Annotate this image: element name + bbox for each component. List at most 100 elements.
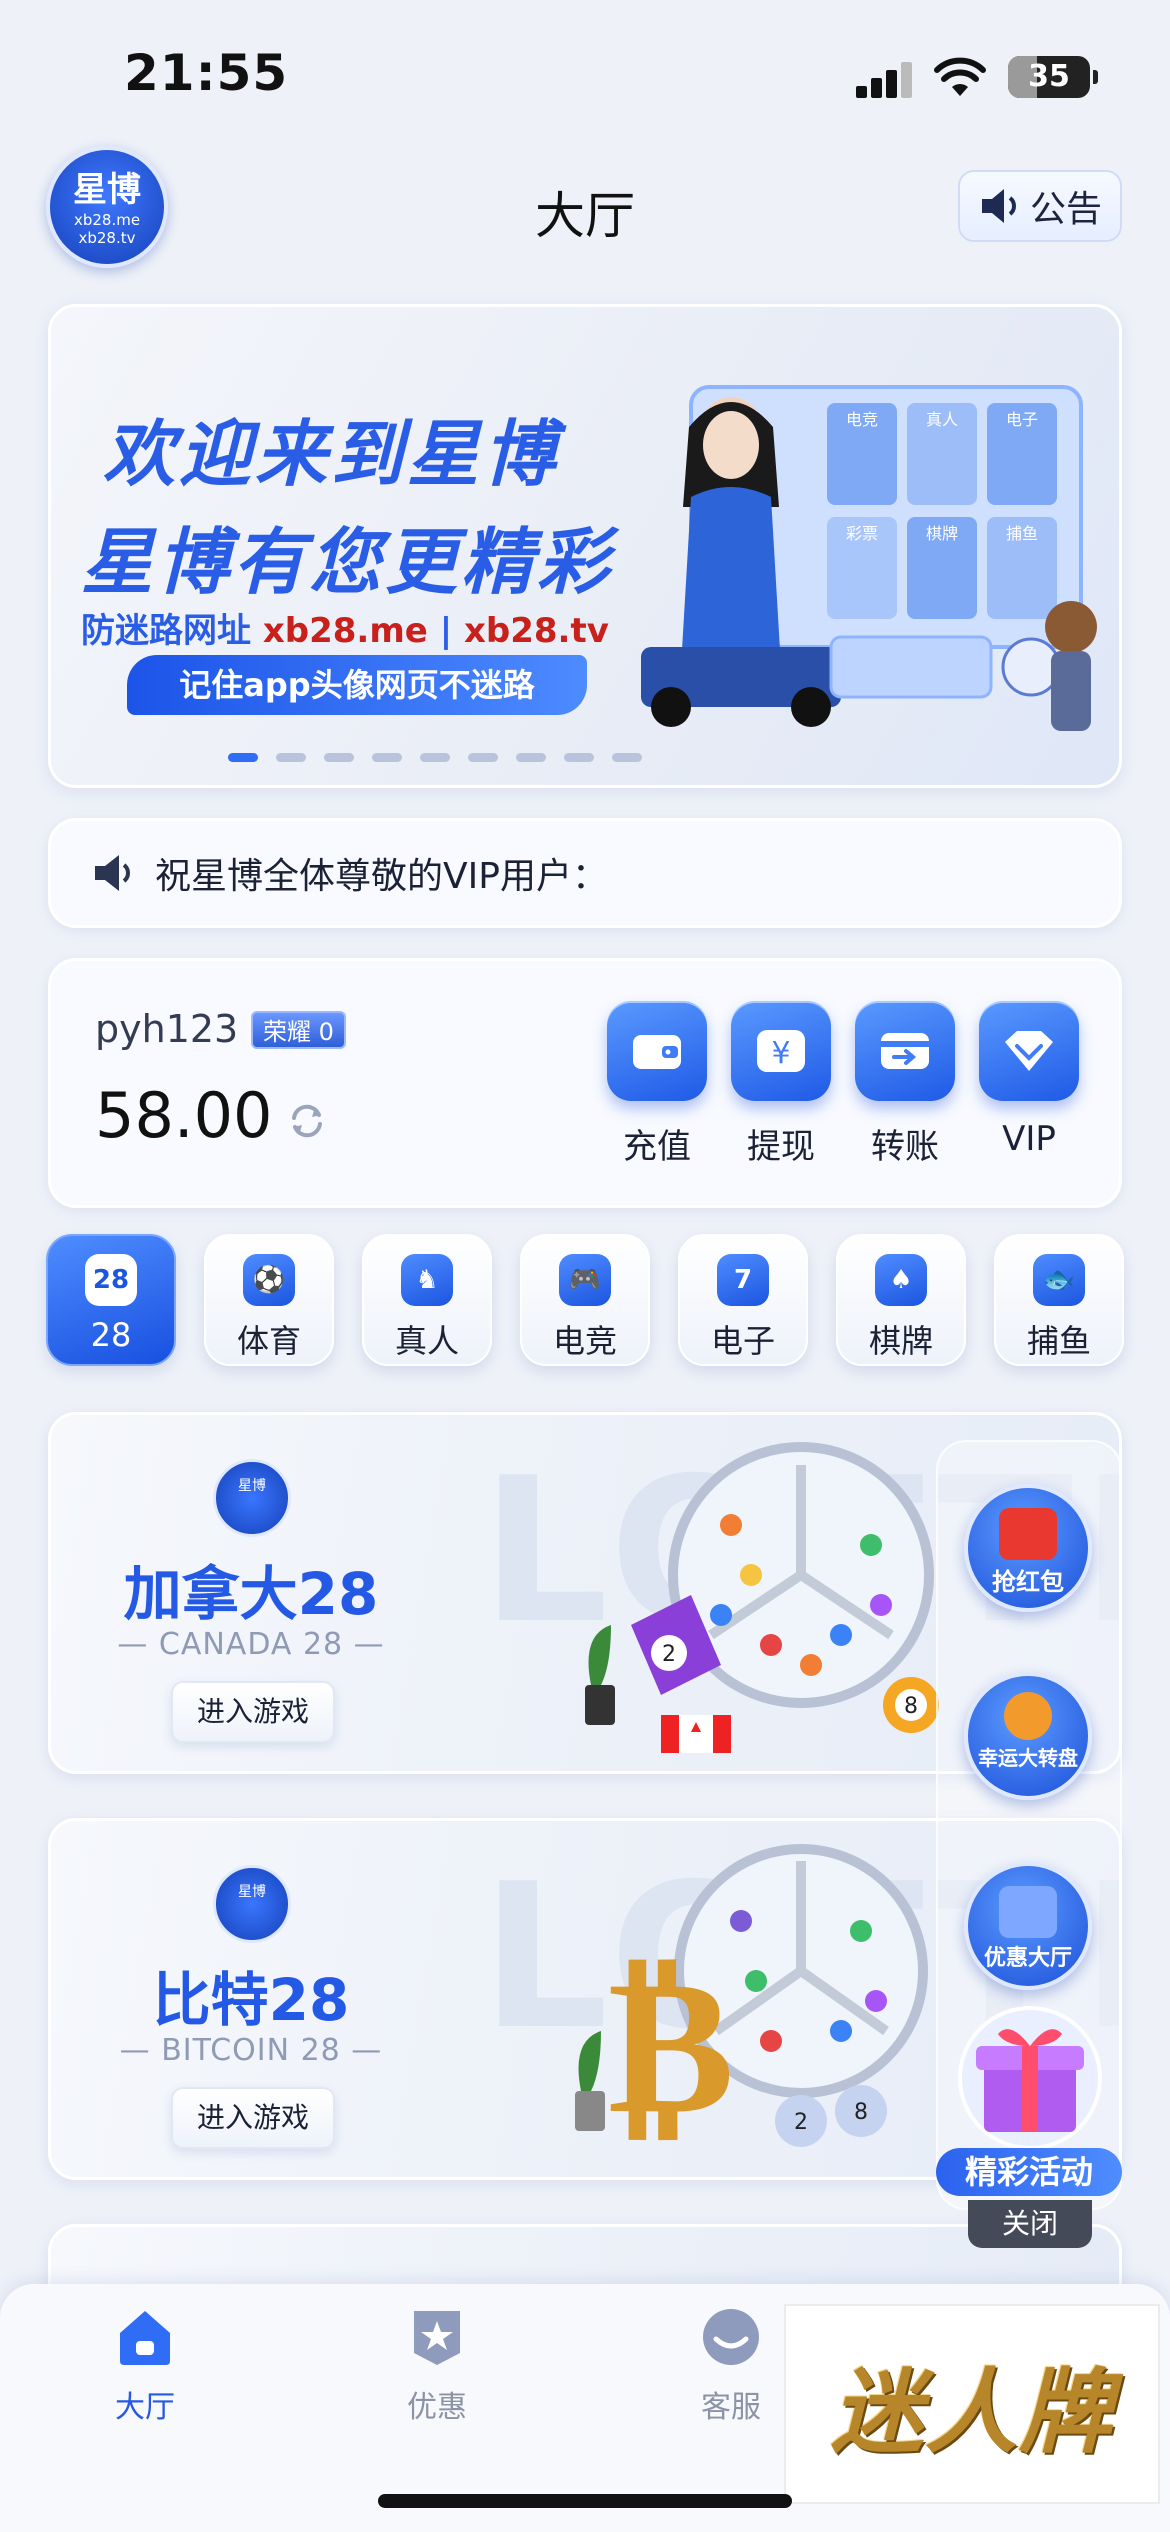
star-icon (406, 2306, 468, 2368)
transfer-card-icon (855, 1001, 955, 1101)
spade-icon: ♠ (875, 1254, 927, 1306)
banner-headline-1: 欢迎来到星博 (103, 412, 560, 496)
banner-url-1: xb28.me (262, 611, 428, 651)
slot-seven-icon: 7 (717, 1254, 769, 1306)
status-time: 21:55 (124, 44, 289, 102)
deposit-button[interactable]: 充值 (607, 1001, 707, 1168)
banner-url-prefix: 防迷路网址 (81, 611, 251, 651)
tab-lobby[interactable]: 大厅 (70, 2306, 220, 2426)
banner-illustration: 电竞 真人 电子 彩票 棋牌 捕鱼 (641, 385, 1097, 731)
game-title: 比特28 (152, 1966, 350, 2034)
svg-text:¥: ¥ (771, 1036, 790, 1071)
marquee-text: 祝星博全体尊敬的VIP用户： (155, 856, 608, 897)
gift-star-icon (999, 1886, 1057, 1938)
pagination-dot[interactable] (228, 753, 258, 762)
vip-button[interactable]: VIP (979, 1001, 1079, 1159)
promotions-hall-button[interactable]: 优惠大厅 (964, 1862, 1092, 1990)
category-tab-fishing[interactable]: 🐟 捕鱼 (994, 1234, 1124, 1366)
lucky-wheel-label: 幸运大转盘 (978, 1746, 1078, 1770)
category-tab-28[interactable]: 28 28 (46, 1234, 176, 1366)
game-title: 加拿大28 (123, 1560, 379, 1628)
close-promo-button[interactable]: 关闭 (968, 2200, 1092, 2248)
pagination-dot[interactable] (372, 753, 402, 762)
tab-label: 大厅 (115, 2390, 175, 2425)
pagination-dot[interactable] (612, 753, 642, 762)
category-tab-slots[interactable]: 7 电子 (678, 1234, 808, 1366)
promotions-hall-label: 优惠大厅 (983, 1946, 1072, 1971)
gamepad-icon: 🎮 (559, 1254, 611, 1306)
banner-tile-2: 真人 (926, 410, 958, 429)
withdraw-label: 提现 (747, 1127, 815, 1167)
svg-text:2: 2 (794, 2110, 808, 2135)
game-logo-text: 星博 (238, 1884, 266, 1900)
live-dealer-icon: ♞ (401, 1254, 453, 1306)
red-envelope-icon (999, 1508, 1057, 1560)
pagination-dot[interactable] (516, 753, 546, 762)
game-subtitle: — CANADA 28 — (117, 1627, 385, 1662)
cellular-signal-icon (856, 60, 914, 98)
category-tab-sports[interactable]: ⚽ 体育 (204, 1234, 334, 1366)
category-label: 捕鱼 (1026, 1322, 1091, 1360)
pagination-dot[interactable] (420, 753, 450, 762)
refresh-icon[interactable] (285, 1099, 329, 1143)
banner-url-separator: | (439, 611, 453, 651)
enter-game-button[interactable]: 进入游戏 (171, 1681, 335, 1743)
banner-urls: 防迷路网址 xb28.me | xb28.tv (81, 603, 609, 652)
red-envelope-label: 抢红包 (992, 1568, 1064, 1596)
category-label: 棋牌 (868, 1322, 933, 1360)
pagination-dot[interactable] (276, 753, 306, 762)
wallet-card: pyh123 荣耀 0 58.00 充值 ¥ 提现 转账 VIP (48, 958, 1122, 1208)
category-tab-live[interactable]: ♞ 真人 (362, 1234, 492, 1366)
speaker-icon (95, 855, 130, 891)
brand-watermark-badge: 迷人牌 (784, 2304, 1160, 2504)
category-tab-esports[interactable]: 🎮 电竞 (520, 1234, 650, 1366)
pagination-dot[interactable] (324, 753, 354, 762)
announcement-label: 公告 (1029, 189, 1102, 230)
banner-url-2: xb28.tv (463, 611, 609, 651)
enter-game-button[interactable]: 进入游戏 (171, 2087, 335, 2149)
svg-text:8: 8 (904, 1694, 918, 1719)
lottery-28-icon: 28 (85, 1254, 137, 1306)
category-label: 体育 (236, 1322, 301, 1360)
fish-icon: 🐟 (1033, 1254, 1085, 1306)
pagination-dot[interactable] (468, 753, 498, 762)
banner-tile-4: 彩票 (846, 524, 878, 543)
deposit-label: 充值 (623, 1127, 691, 1167)
gift-box-icon (958, 2006, 1102, 2150)
promo-banner[interactable]: 欢迎来到星博 星博有您更精彩 防迷路网址 xb28.me | xb28.tv 记… (48, 304, 1122, 788)
banner-headline-2: 星博有您更精彩 (81, 520, 614, 604)
game-logo: 星博 (213, 1865, 291, 1943)
support-icon (700, 2306, 762, 2368)
withdraw-button[interactable]: ¥ 提现 (731, 1001, 831, 1168)
tab-promotions[interactable]: 优惠 (362, 2306, 512, 2426)
announcement-button[interactable]: 公告 (958, 170, 1122, 242)
lucky-wheel-icon (1004, 1692, 1052, 1740)
lucky-wheel-button[interactable]: 幸运大转盘 (964, 1672, 1092, 1800)
svg-text:2: 2 (662, 1642, 676, 1667)
svg-text:₿: ₿ (608, 1935, 735, 2156)
category-label: 电竞 (552, 1322, 617, 1360)
pagination-dot[interactable] (564, 753, 594, 762)
announcement-marquee[interactable]: 祝星博全体尊敬的VIP用户： (48, 818, 1122, 928)
featured-events-button[interactable]: 精彩活动 (936, 2148, 1122, 2196)
vip-level-badge: 荣耀 0 (251, 1011, 346, 1049)
transfer-label: 转账 (871, 1127, 939, 1167)
banner-pagination[interactable] (51, 753, 1119, 762)
wifi-icon (934, 56, 986, 98)
category-label: 真人 (394, 1322, 459, 1360)
category-label: 28 (90, 1316, 132, 1354)
username: pyh123 (95, 1007, 239, 1051)
diamond-icon (979, 1001, 1079, 1101)
transfer-button[interactable]: 转账 (855, 1001, 955, 1168)
game-logo: 星博 (213, 1459, 291, 1537)
red-envelope-button[interactable]: 抢红包 (964, 1484, 1092, 1612)
battery-percent: 35 (1028, 59, 1070, 94)
category-tab-cards[interactable]: ♠ 棋牌 (836, 1234, 966, 1366)
home-icon (114, 2306, 176, 2368)
balance-amount: 58.00 (95, 1079, 273, 1152)
vip-label: VIP (1002, 1119, 1056, 1159)
soccer-ball-icon: ⚽ (243, 1254, 295, 1306)
speaker-icon (981, 189, 1016, 223)
home-indicator (378, 2494, 792, 2508)
game-logo-text: 星博 (238, 1478, 266, 1494)
